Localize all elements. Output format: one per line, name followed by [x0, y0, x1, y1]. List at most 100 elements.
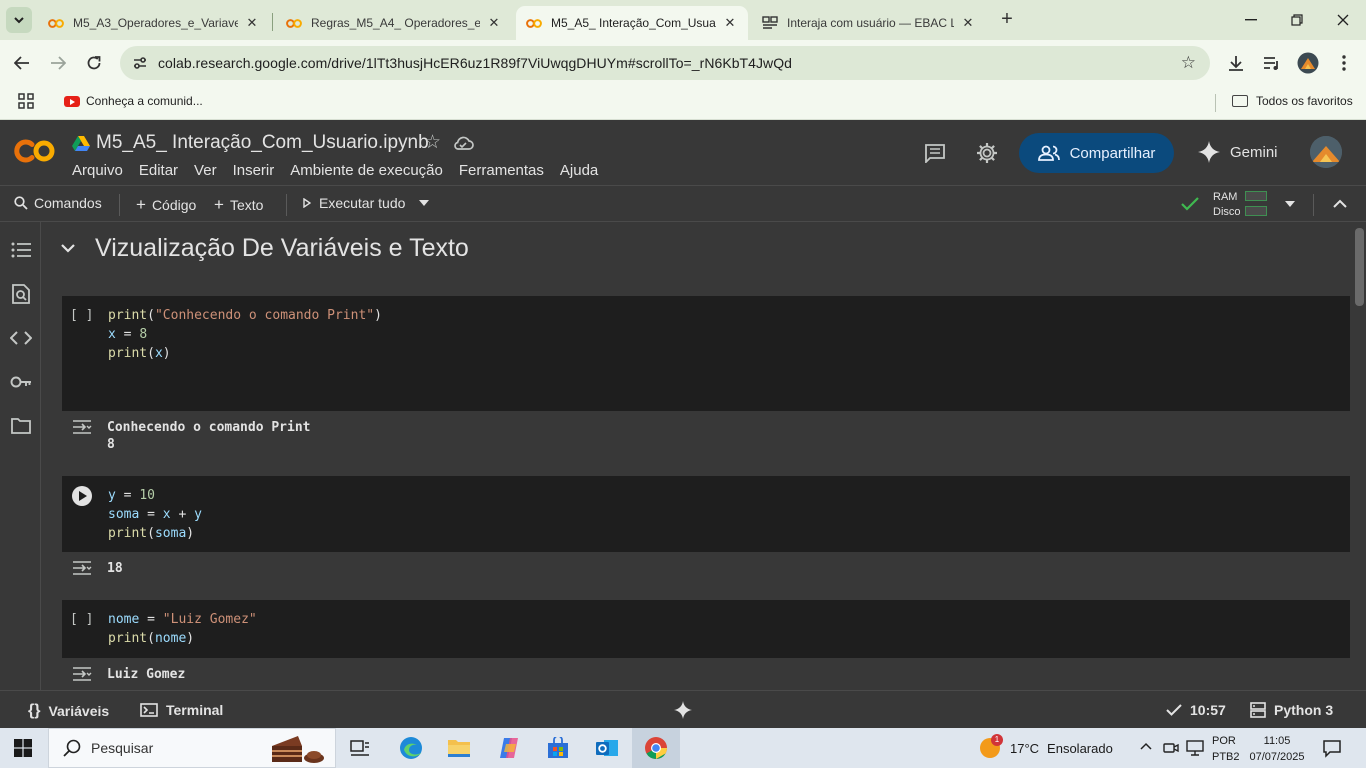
caret-down-icon[interactable] [1285, 201, 1295, 207]
code-editor[interactable]: nome = "Luiz Gomez" print(nome) [108, 610, 257, 648]
arrow-right-icon [51, 56, 66, 70]
find-replace-button[interactable] [9, 282, 33, 306]
site-settings-icon[interactable] [132, 55, 148, 71]
copilot-button[interactable] [495, 734, 523, 762]
left-side-panel [0, 222, 41, 690]
close-icon[interactable]: ✕ [486, 15, 502, 31]
files-button[interactable] [9, 414, 33, 438]
tab-title: Interaja com usuário — EBAC LMS [787, 16, 954, 30]
profile-avatar-button[interactable] [1297, 52, 1319, 74]
share-button[interactable]: Compartilhar [1019, 133, 1174, 173]
variables-button[interactable]: {} Variáveis [28, 702, 109, 720]
close-icon[interactable]: ✕ [722, 15, 738, 31]
terminal-button[interactable]: Terminal [140, 702, 223, 718]
meet-now-icon[interactable] [1162, 739, 1180, 757]
notification-icon[interactable] [1322, 738, 1342, 758]
output-toggle-icon[interactable] [72, 419, 92, 435]
chevron-up-icon[interactable] [1333, 199, 1347, 208]
forward-button[interactable] [47, 52, 69, 74]
execution-status[interactable]: 10:57 [1166, 702, 1226, 718]
all-favorites-folder[interactable]: Todos os favoritos [1232, 94, 1353, 108]
downloads-button[interactable] [1225, 52, 1247, 74]
colab-logo-icon[interactable] [14, 136, 58, 166]
gemini-sparkle-icon[interactable] [674, 701, 692, 719]
back-button[interactable] [11, 52, 33, 74]
runtime-button[interactable]: Python 3 [1250, 702, 1333, 718]
output-toggle-icon[interactable] [72, 666, 92, 682]
store-button[interactable] [544, 734, 572, 762]
notebook-title[interactable]: M5_A5_ Interação_Com_Usuario.ipynb [96, 132, 429, 154]
browser-tab-1[interactable]: M5_A3_Operadores_e_Variaveis ✕ [38, 6, 270, 40]
menu-inserir[interactable]: Inserir [233, 162, 275, 179]
code-cell[interactable]: [ ] print("Conhecendo o comando Print") … [62, 296, 1350, 411]
network-icon[interactable] [1186, 739, 1204, 757]
vertical-scrollbar[interactable] [1353, 222, 1366, 690]
run-all-button[interactable]: Executar tudo [303, 195, 430, 211]
commands-button[interactable]: Comandos [14, 195, 102, 211]
menu-ajuda[interactable]: Ajuda [560, 162, 598, 179]
cloud-saved-icon[interactable] [452, 134, 474, 152]
weather-widget[interactable]: 1 17°C Ensolarado [980, 734, 1113, 758]
media-control-button[interactable] [1261, 52, 1283, 74]
menu-ferramentas[interactable]: Ferramentas [459, 162, 544, 179]
resources-indicator[interactable]: RAM Disco [1213, 190, 1241, 220]
code-cell-focused[interactable]: y = 10 soma = x + y print(soma) [62, 476, 1350, 552]
tab-divider [272, 13, 273, 31]
account-avatar[interactable] [1310, 136, 1342, 168]
windows-start-icon[interactable] [14, 739, 32, 757]
close-icon[interactable]: ✕ [244, 15, 260, 31]
edge-button[interactable] [397, 734, 425, 762]
add-text-button[interactable]: + Texto [214, 195, 263, 215]
bookmark-star-icon[interactable]: ☆ [1181, 53, 1196, 73]
system-clock[interactable]: 11:05 07/07/2025 [1248, 733, 1306, 765]
chevron-down-icon[interactable] [61, 244, 75, 253]
browser-tab-4[interactable]: Interaja com usuário — EBAC LMS ✕ [752, 6, 986, 40]
google-drive-icon[interactable] [72, 135, 90, 151]
section-header[interactable]: Vizualização De Variáveis e Texto [61, 234, 469, 263]
output-toggle-icon[interactable] [72, 560, 92, 576]
cell-execution-count[interactable]: [ ] [70, 612, 93, 627]
new-tab-button[interactable]: + [996, 8, 1018, 30]
chevron-up-icon[interactable] [1140, 742, 1152, 750]
close-window-button[interactable] [1328, 8, 1358, 32]
input-language[interactable]: POR PTB2 [1212, 733, 1240, 765]
chrome-button[interactable] [642, 734, 670, 762]
minimize-button[interactable] [1236, 8, 1266, 32]
file-explorer-button[interactable] [445, 734, 473, 762]
variables-label: Variáveis [48, 703, 110, 719]
star-icon[interactable]: ☆ [424, 131, 441, 154]
code-snippets-button[interactable] [9, 326, 33, 350]
reload-button[interactable] [83, 52, 105, 74]
browser-tab-3-active[interactable]: M5_A5_ Interação_Com_Usuario ✕ [516, 6, 748, 40]
outlook-button[interactable] [593, 734, 621, 762]
menu-editar[interactable]: Editar [139, 162, 178, 179]
find-in-page-icon [12, 284, 30, 304]
run-cell-button[interactable] [72, 486, 92, 506]
close-icon[interactable]: ✕ [960, 15, 976, 31]
comments-button[interactable] [923, 141, 947, 165]
caret-down-icon[interactable] [419, 200, 430, 206]
table-of-contents-button[interactable] [9, 238, 33, 262]
tab-search-button[interactable] [6, 7, 32, 33]
apps-grid-icon[interactable] [18, 93, 34, 109]
key-icon [10, 376, 31, 388]
bookmark-item[interactable]: Conheça a comunid... [64, 94, 203, 108]
secrets-button[interactable] [9, 370, 33, 394]
code-editor[interactable]: print("Conhecendo o comando Print") x = … [108, 306, 382, 363]
code-editor[interactable]: y = 10 soma = x + y print(soma) [108, 486, 202, 543]
menu-ambiente[interactable]: Ambiente de execução [290, 162, 443, 179]
browser-tab-2[interactable]: Regras_M5_A4_ Operadores_e_Variaveis ✕ [276, 6, 512, 40]
menu-ver[interactable]: Ver [194, 162, 217, 179]
task-view-button[interactable] [346, 734, 374, 762]
settings-button[interactable] [975, 141, 999, 165]
add-code-button[interactable]: + Código [136, 195, 196, 215]
disk-bar [1245, 206, 1267, 216]
code-cell[interactable]: [ ] nome = "Luiz Gomez" print(nome) [62, 600, 1350, 658]
gemini-button[interactable]: Gemini [1198, 141, 1278, 163]
restore-button[interactable] [1282, 8, 1312, 32]
scrollbar-thumb[interactable] [1355, 228, 1364, 306]
cell-execution-count[interactable]: [ ] [70, 308, 93, 323]
menu-arquivo[interactable]: Arquivo [72, 162, 123, 179]
browser-menu-button[interactable] [1333, 52, 1355, 74]
omnibox[interactable]: colab.research.google.com/drive/1lTt3hus… [120, 46, 1210, 80]
